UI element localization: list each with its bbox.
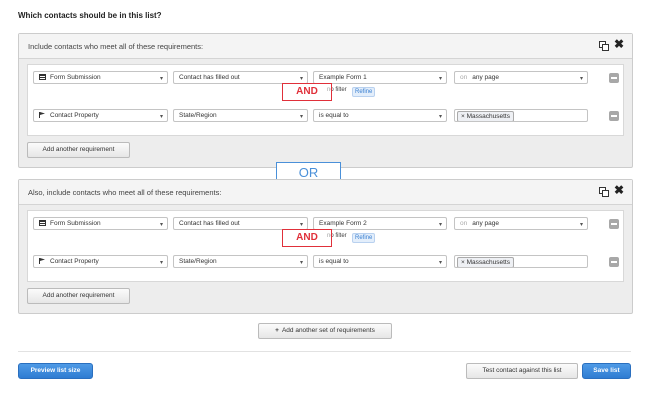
condition-label: Contact has filled out [179,220,240,227]
group-footer: Add another requirement [19,282,632,312]
requirement-group-1: Include contacts who meet all of these r… [18,33,633,168]
operator-select[interactable]: is equal to ▾ [313,255,447,268]
add-requirement-button[interactable]: Add another requirement [27,288,130,304]
value-tag-input[interactable]: × Massachusetts [454,109,588,122]
refine-button[interactable]: Refine [352,87,376,97]
page-label: any page [472,74,499,81]
operator-label: is equal to [319,258,349,265]
property-select[interactable]: State/Region ▾ [173,255,308,268]
page-heading: Which contacts should be in this list? [18,11,162,20]
group-title: Also, include contacts who meet all of t… [28,188,222,197]
save-list-button[interactable]: Save list [582,363,631,379]
plus-icon: + [275,327,279,334]
and-annotation: AND [282,229,332,247]
chevron-down-icon: ▾ [438,222,442,228]
tag-label: Massachusetts [466,259,510,266]
chevron-down-icon: ▾ [438,76,442,82]
chevron-down-icon: ▾ [159,260,163,266]
chevron-down-icon: ▾ [438,260,442,266]
chevron-down-icon: ▾ [159,222,163,228]
page-select[interactable]: on any page ▾ [454,217,588,230]
copy-icon[interactable] [599,41,609,51]
remove-filter-button[interactable] [609,111,619,121]
chevron-down-icon: ▾ [159,114,163,120]
chevron-down-icon: ▾ [299,114,303,120]
footer-divider [18,351,631,352]
condition-label: Contact has filled out [179,74,240,81]
form-icon [39,220,46,226]
tag-label: Massachusetts [466,113,510,120]
chevron-down-icon: ▾ [579,76,583,82]
property-select[interactable]: State/Region ▾ [173,109,308,122]
chevron-down-icon: ▾ [438,114,442,120]
add-requirement-button[interactable]: Add another requirement [27,142,130,158]
value-tag-input[interactable]: × Massachusetts [454,255,588,268]
form-select[interactable]: Example Form 1 ▾ [313,71,447,84]
chevron-down-icon: ▾ [579,222,583,228]
filter-type-select[interactable]: Contact Property ▾ [33,255,168,268]
copy-icon[interactable] [599,187,609,197]
form-icon [39,74,46,80]
requirement-group-2: Also, include contacts who meet all of t… [18,179,633,314]
page-label: any page [472,220,499,227]
form-label: Example Form 2 [319,220,367,227]
group-header: Include contacts who meet all of these r… [19,34,632,59]
remove-filter-button[interactable] [609,257,619,267]
on-label: on [460,220,468,227]
filter-type-select[interactable]: Form Submission ▾ [33,217,168,230]
page-select[interactable]: on any page ▾ [454,71,588,84]
form-label: Example Form 1 [319,74,367,81]
chevron-down-icon: ▾ [159,76,163,82]
on-label: on [460,74,468,81]
test-contact-button[interactable]: Test contact against this list [466,363,578,379]
add-set-label: Add another set of requirements [281,327,375,334]
property-label: State/Region [179,258,217,265]
operator-select[interactable]: is equal to ▾ [313,109,447,122]
filter-type-label: Form Submission [50,74,101,81]
chevron-down-icon: ▾ [299,260,303,266]
filter-type-label: Contact Property [50,258,99,265]
remove-tag-icon[interactable]: × [461,113,465,120]
form-select[interactable]: Example Form 2 ▾ [313,217,447,230]
filter-rows: Form Submission ▾ Contact has filled out… [27,210,624,282]
flag-icon [39,112,45,118]
refine-button[interactable]: Refine [352,233,376,243]
filter-type-label: Form Submission [50,220,101,227]
remove-filter-button[interactable] [609,219,619,229]
preview-list-size-button[interactable]: Preview list size [18,363,93,379]
remove-filter-button[interactable] [609,73,619,83]
add-requirement-set-button[interactable]: + Add another set of requirements [258,323,392,339]
filter-type-label: Contact Property [50,112,99,119]
close-icon[interactable]: ✖ [614,184,624,196]
flag-icon [39,258,45,264]
group-header: Also, include contacts who meet all of t… [19,180,632,205]
value-tag: × Massachusetts [457,257,514,267]
close-icon[interactable]: ✖ [614,38,624,50]
operator-label: is equal to [319,112,349,119]
filter-type-select[interactable]: Contact Property ▾ [33,109,168,122]
and-annotation: AND [282,83,332,101]
group-title: Include contacts who meet all of these r… [28,42,204,51]
value-tag: × Massachusetts [457,111,514,121]
filter-type-select[interactable]: Form Submission ▾ [33,71,168,84]
remove-tag-icon[interactable]: × [461,259,465,266]
property-label: State/Region [179,112,217,119]
filter-rows: Form Submission ▾ Contact has filled out… [27,64,624,136]
